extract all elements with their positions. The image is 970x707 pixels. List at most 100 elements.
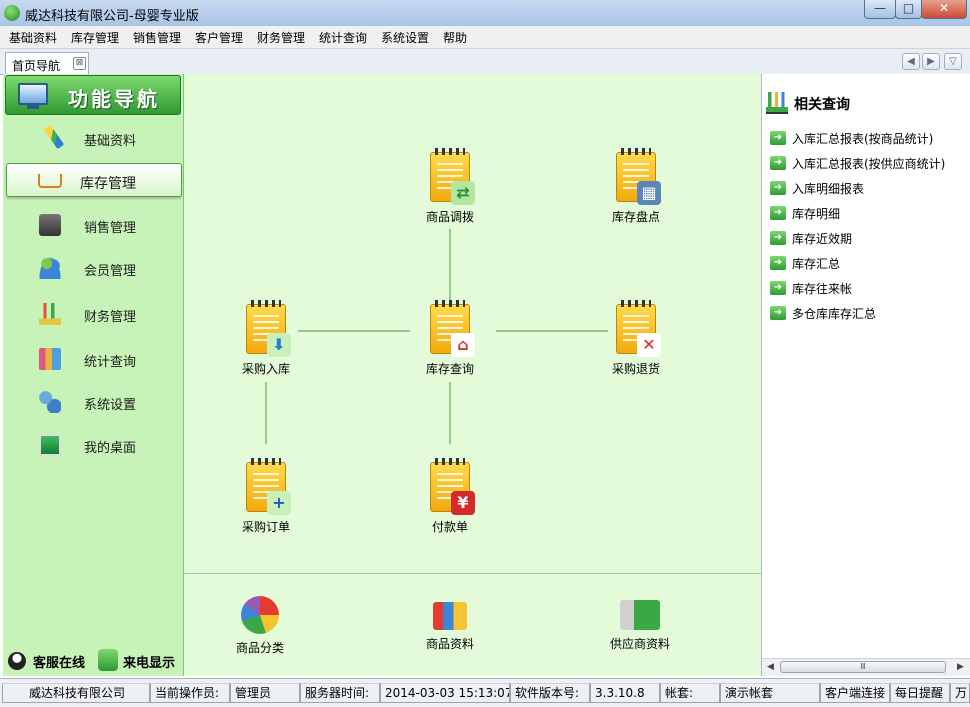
status-client-connection[interactable]: 客户端连接: [820, 683, 890, 703]
status-server-time: 2014-03-03 15:13:07: [380, 683, 510, 703]
nav-item-inventory[interactable]: 库存管理: [6, 163, 182, 197]
status-operator-label: 当前操作员:: [150, 683, 230, 703]
flow-payment[interactable]: ¥ 付款单: [410, 458, 490, 535]
customer-service-online-link[interactable]: 客服在线: [33, 652, 85, 671]
query-link-label: 库存汇总: [792, 257, 841, 271]
menu-statistics[interactable]: 统计查询: [319, 29, 367, 46]
statistics-icon: [39, 348, 61, 370]
nav-item-basic-data[interactable]: 基础资料: [6, 121, 182, 155]
flow-purchase-order[interactable]: + 采购订单: [226, 458, 306, 535]
nav-item-my-desktop[interactable]: 我的桌面: [6, 428, 182, 462]
menu-finance[interactable]: 财务管理: [257, 29, 305, 46]
notepad-icon: ¥: [430, 458, 475, 515]
maximize-button[interactable]: □: [895, 0, 922, 19]
status-server-time-label: 服务器时间:: [300, 683, 380, 703]
desktop-icon: [39, 434, 61, 456]
nav-item-sales[interactable]: 销售管理: [6, 208, 182, 242]
menu-system-settings[interactable]: 系统设置: [381, 29, 429, 46]
menu-help[interactable]: 帮助: [443, 29, 467, 46]
shortcut-label: 供应商资料: [609, 637, 670, 651]
nav-item-label: 销售管理: [84, 221, 137, 236]
arrow-right-icon: ➜: [770, 256, 786, 270]
horizontal-scrollbar[interactable]: ◀ Ⅲ ▶: [762, 658, 970, 676]
query-link-label: 库存往来帐: [792, 282, 853, 296]
workflow-area: ⇄ 商品调拨 ▦ 库存盘点 ⬇ 采购入库 ⌂ 库存查询 ✕ 采购退货 + 采购订…: [184, 74, 761, 676]
flow-label: 商品调拨: [425, 210, 474, 224]
status-daily-reminder[interactable]: 每日提醒: [890, 683, 950, 703]
notepad-icon: ▦: [616, 148, 661, 205]
nav-item-label: 统计查询: [84, 355, 137, 370]
nav-item-label: 会员管理: [84, 264, 137, 279]
product-boxes-icon: [433, 602, 467, 630]
flow-label: 付款单: [431, 520, 468, 534]
nav-item-system-settings[interactable]: 系统设置: [6, 385, 182, 419]
function-navigation-panel: 功能导航 基础资料 库存管理 销售管理 会员管理 财务管理 统计查询 系统设置 …: [3, 74, 184, 676]
query-link-label: 入库汇总报表(按商品统计): [792, 132, 934, 146]
scroll-right-icon[interactable]: ▶: [953, 660, 968, 675]
nav-item-label: 系统设置: [84, 398, 137, 413]
pencil-icon: [43, 124, 65, 150]
shortcut-label: 商品资料: [425, 637, 474, 651]
flow-purchase-return[interactable]: ✕ 采购退货: [596, 300, 676, 377]
status-version-label: 软件版本号:: [510, 683, 590, 703]
scrollbar-thumb[interactable]: Ⅲ: [780, 661, 946, 673]
arrow-right-icon: ➜: [770, 131, 786, 145]
minimize-button[interactable]: —: [864, 0, 896, 19]
connector-line: [449, 382, 451, 444]
menu-customers[interactable]: 客户管理: [195, 29, 243, 46]
scroll-left-icon[interactable]: ◀: [763, 660, 778, 675]
flow-label: 采购退货: [611, 362, 660, 376]
query-link-label: 入库明细报表: [792, 182, 865, 196]
status-version: 3.3.10.8: [590, 683, 660, 703]
shopping-cart-icon: [38, 174, 62, 188]
caller-id-link[interactable]: 来电显示: [123, 652, 175, 671]
arrow-right-icon: ➜: [770, 306, 786, 320]
flow-product-transfer[interactable]: ⇄ 商品调拨: [410, 148, 490, 225]
flow-purchase-in[interactable]: ⬇ 采购入库: [226, 300, 306, 377]
tab-prev-icon[interactable]: ◀: [902, 53, 920, 70]
tab-close-icon[interactable]: ⊠: [73, 57, 86, 70]
nav-item-finance[interactable]: 财务管理: [6, 297, 182, 331]
status-company: 威达科技有限公司: [2, 683, 150, 703]
gear-icon: [39, 391, 61, 413]
tab-label: 首页导航: [12, 59, 61, 73]
flow-label: 采购订单: [241, 520, 290, 534]
nav-item-label: 基础资料: [84, 134, 137, 149]
shortcut-supplier-data[interactable]: 供应商资料: [595, 596, 685, 652]
notepad-icon: ⬇: [246, 300, 291, 357]
menu-basic-data[interactable]: 基础资料: [9, 29, 57, 46]
status-operator: 管理员: [230, 683, 300, 703]
finance-chart-icon: [39, 303, 61, 325]
status-account: 演示帐套: [720, 683, 820, 703]
nav-item-members[interactable]: 会员管理: [6, 251, 182, 285]
query-link-label: 库存近效期: [792, 232, 853, 246]
status-truncated: 万: [950, 683, 970, 703]
shortcut-product-category[interactable]: 商品分类: [215, 596, 305, 656]
notepad-icon: ✕: [616, 300, 661, 357]
menu-sales[interactable]: 销售管理: [133, 29, 181, 46]
query-link-label: 多仓库库存汇总: [792, 307, 877, 321]
nav-item-statistics[interactable]: 统计查询: [6, 342, 182, 376]
bar-chart-icon: [766, 92, 788, 114]
shortcut-product-data[interactable]: 商品资料: [405, 596, 495, 652]
monitor-stand-icon: [27, 105, 39, 109]
connector-line: [496, 330, 608, 332]
related-query-title: 相关查询: [794, 97, 850, 113]
qq-icon: [8, 652, 26, 670]
phone-icon: [98, 649, 118, 671]
tab-home-navigation[interactable]: 首页导航 ⊠: [5, 52, 89, 74]
menu-inventory[interactable]: 库存管理: [71, 29, 119, 46]
close-button[interactable]: ✕: [921, 0, 967, 19]
pie-chart-icon: [241, 596, 279, 634]
flow-label: 库存查询: [425, 362, 474, 376]
arrow-right-icon: ➜: [770, 181, 786, 195]
cash-register-icon: [39, 214, 61, 236]
nav-item-label: 我的桌面: [84, 441, 137, 456]
tab-next-icon[interactable]: ▶: [922, 53, 940, 70]
shortcut-label: 商品分类: [235, 641, 284, 655]
tab-menu-icon[interactable]: ▽: [944, 53, 962, 70]
flow-stock-query[interactable]: ⌂ 库存查询: [410, 300, 490, 377]
related-query-panel: 相关查询 ➜ 入库汇总报表(按商品统计) ➜ 入库汇总报表(按供应商统计) ➜ …: [761, 74, 970, 676]
notepad-icon: ⌂: [430, 300, 475, 357]
flow-stocktake[interactable]: ▦ 库存盘点: [596, 148, 676, 225]
